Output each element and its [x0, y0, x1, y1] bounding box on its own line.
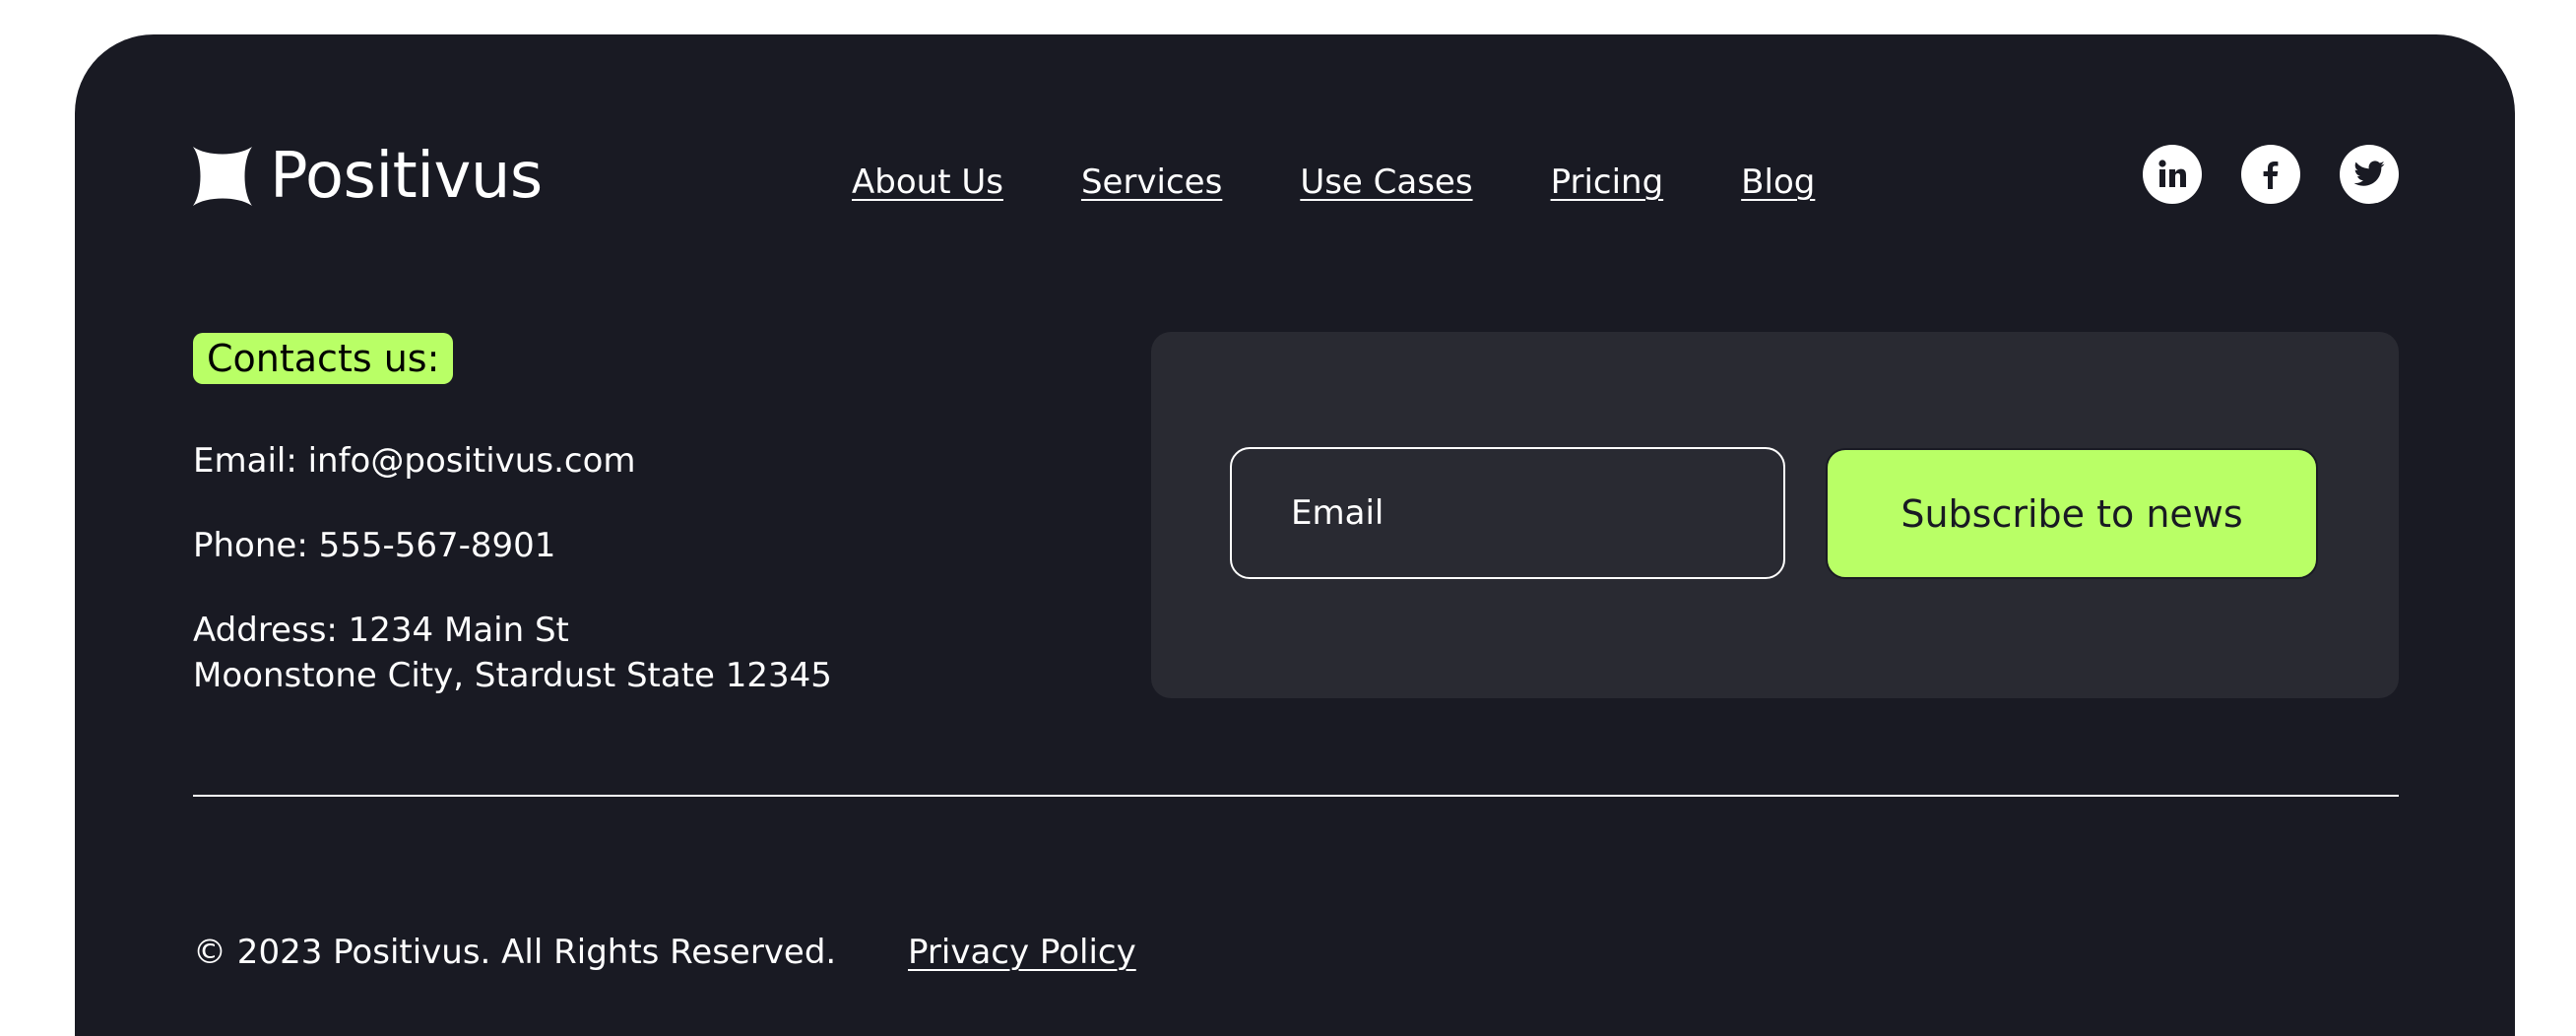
footer-divider [193, 795, 2399, 797]
footer-nav: About Us Services Use Cases Pricing Blog [852, 153, 1815, 212]
nav-link-blog[interactable]: Blog [1741, 158, 1815, 207]
brand-logo[interactable]: Positivus [193, 141, 543, 212]
contact-email: Email: info@positivus.com [193, 441, 636, 481]
contact-phone: Phone: 555-567-8901 [193, 526, 556, 565]
facebook-link[interactable] [2241, 145, 2300, 204]
contacts-heading: Contacts us: [193, 333, 454, 384]
twitter-link[interactable] [2340, 145, 2399, 204]
nav-link-about-us[interactable]: About Us [852, 158, 1003, 207]
copyright-text: © 2023 Positivus. All Rights Reserved. [193, 933, 837, 972]
twitter-icon [2353, 161, 2385, 186]
nav-link-use-cases[interactable]: Use Cases [1300, 158, 1472, 207]
brand-name: Positivus [270, 140, 543, 213]
linkedin-icon [2158, 160, 2186, 187]
contact-address-line1: Address: 1234 Main St [193, 611, 569, 650]
facebook-icon [2263, 162, 2279, 189]
linkedin-link[interactable] [2143, 145, 2202, 204]
email-input[interactable] [1230, 447, 1785, 579]
subscribe-button[interactable]: Subscribe to news [1826, 448, 2318, 579]
social-links [2143, 145, 2399, 204]
contact-address-line2: Moonstone City, Stardust State 12345 [193, 656, 832, 695]
site-footer: Positivus About Us Services Use Cases Pr… [75, 34, 2515, 1036]
subscribe-panel: Subscribe to news [1151, 332, 2399, 698]
nav-link-pricing[interactable]: Pricing [1551, 158, 1664, 207]
star-burst-icon [193, 147, 252, 206]
nav-link-services[interactable]: Services [1081, 158, 1222, 207]
privacy-policy-link[interactable]: Privacy Policy [908, 928, 1136, 977]
